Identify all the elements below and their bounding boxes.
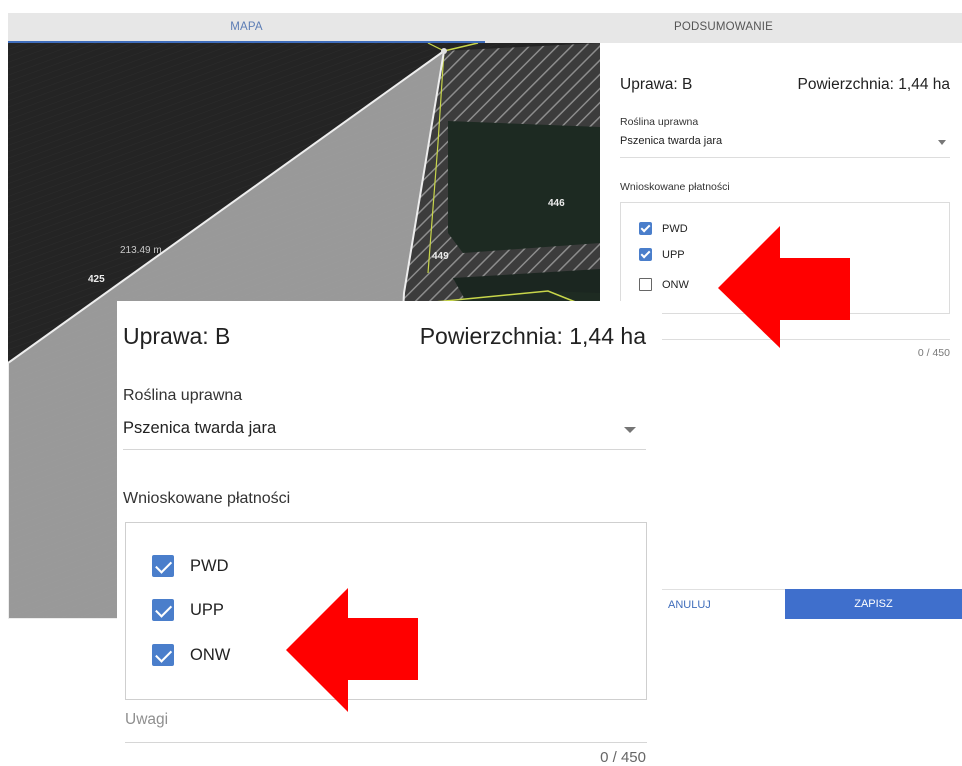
- plant-select-value: Pszenica twarda jara: [620, 135, 723, 147]
- parcel-label-449: 449: [432, 251, 449, 262]
- checkbox-checked-icon[interactable]: [152, 599, 174, 621]
- payment-label: UPP: [662, 248, 685, 261]
- area-value: Powierzchnia: 1,44 ha: [797, 76, 950, 93]
- payment-label: PWD: [190, 556, 229, 575]
- plant-select[interactable]: Pszenica twarda jara: [620, 135, 950, 158]
- form-header: Uprawa: B Powierzchnia: 1,44 ha: [620, 76, 950, 94]
- payments-label: Wnioskowane płatności: [123, 490, 291, 507]
- caret-down-icon: [624, 427, 636, 433]
- tab-mapa[interactable]: MAPA: [8, 13, 485, 43]
- checkbox-unchecked-icon[interactable]: [639, 278, 652, 291]
- payment-label: ONW: [662, 278, 689, 291]
- payment-option-onw[interactable]: ONW: [152, 644, 230, 666]
- area-value: Powierzchnia: 1,44 ha: [419, 323, 646, 349]
- payment-option-pwd[interactable]: PWD: [639, 222, 688, 235]
- payment-label: UPP: [190, 600, 224, 619]
- crop-title: Uprawa: B: [123, 323, 231, 349]
- payment-option-onw[interactable]: ONW: [639, 278, 689, 291]
- parcel-label-425: 425: [88, 274, 105, 285]
- payment-option-pwd[interactable]: PWD: [152, 555, 229, 577]
- payment-label: PWD: [662, 222, 688, 235]
- checkbox-checked-icon[interactable]: [152, 644, 174, 666]
- plant-label: Roślina uprawna: [123, 387, 243, 404]
- save-button[interactable]: ZAPISZ: [785, 589, 962, 619]
- notes-counter: 0 / 450: [917, 347, 950, 359]
- caret-down-icon: [938, 140, 946, 145]
- tab-bar: MAPA PODSUMOWANIE: [8, 13, 962, 43]
- notes-field[interactable]: Uwagi: [125, 711, 647, 743]
- payment-option-upp[interactable]: UPP: [152, 599, 224, 621]
- crop-title: Uprawa: B: [620, 76, 693, 93]
- tab-podsumowanie[interactable]: PODSUMOWANIE: [485, 13, 962, 43]
- red-arrow-icon: [718, 226, 850, 348]
- parcel-label-446: 446: [548, 198, 565, 209]
- plant-select-value: Pszenica twarda jara: [123, 419, 277, 437]
- payment-option-upp[interactable]: UPP: [639, 248, 685, 261]
- red-arrow-icon: [286, 588, 418, 712]
- checkbox-checked-icon[interactable]: [639, 248, 652, 261]
- payment-label: ONW: [190, 645, 231, 664]
- notes-counter: 0 / 450: [600, 749, 646, 766]
- checkbox-checked-icon[interactable]: [152, 555, 174, 577]
- checkbox-checked-icon[interactable]: [639, 222, 652, 235]
- notes-placeholder: Uwagi: [125, 711, 169, 728]
- payments-label: Wnioskowane płatności: [620, 181, 730, 193]
- zoomed-form-header: Uprawa: B Powierzchnia: 1,44 ha: [123, 323, 646, 350]
- plant-label: Roślina uprawna: [620, 116, 699, 128]
- measurement-label: 213.49 m: [120, 245, 162, 256]
- plant-select[interactable]: Pszenica twarda jara: [123, 419, 646, 450]
